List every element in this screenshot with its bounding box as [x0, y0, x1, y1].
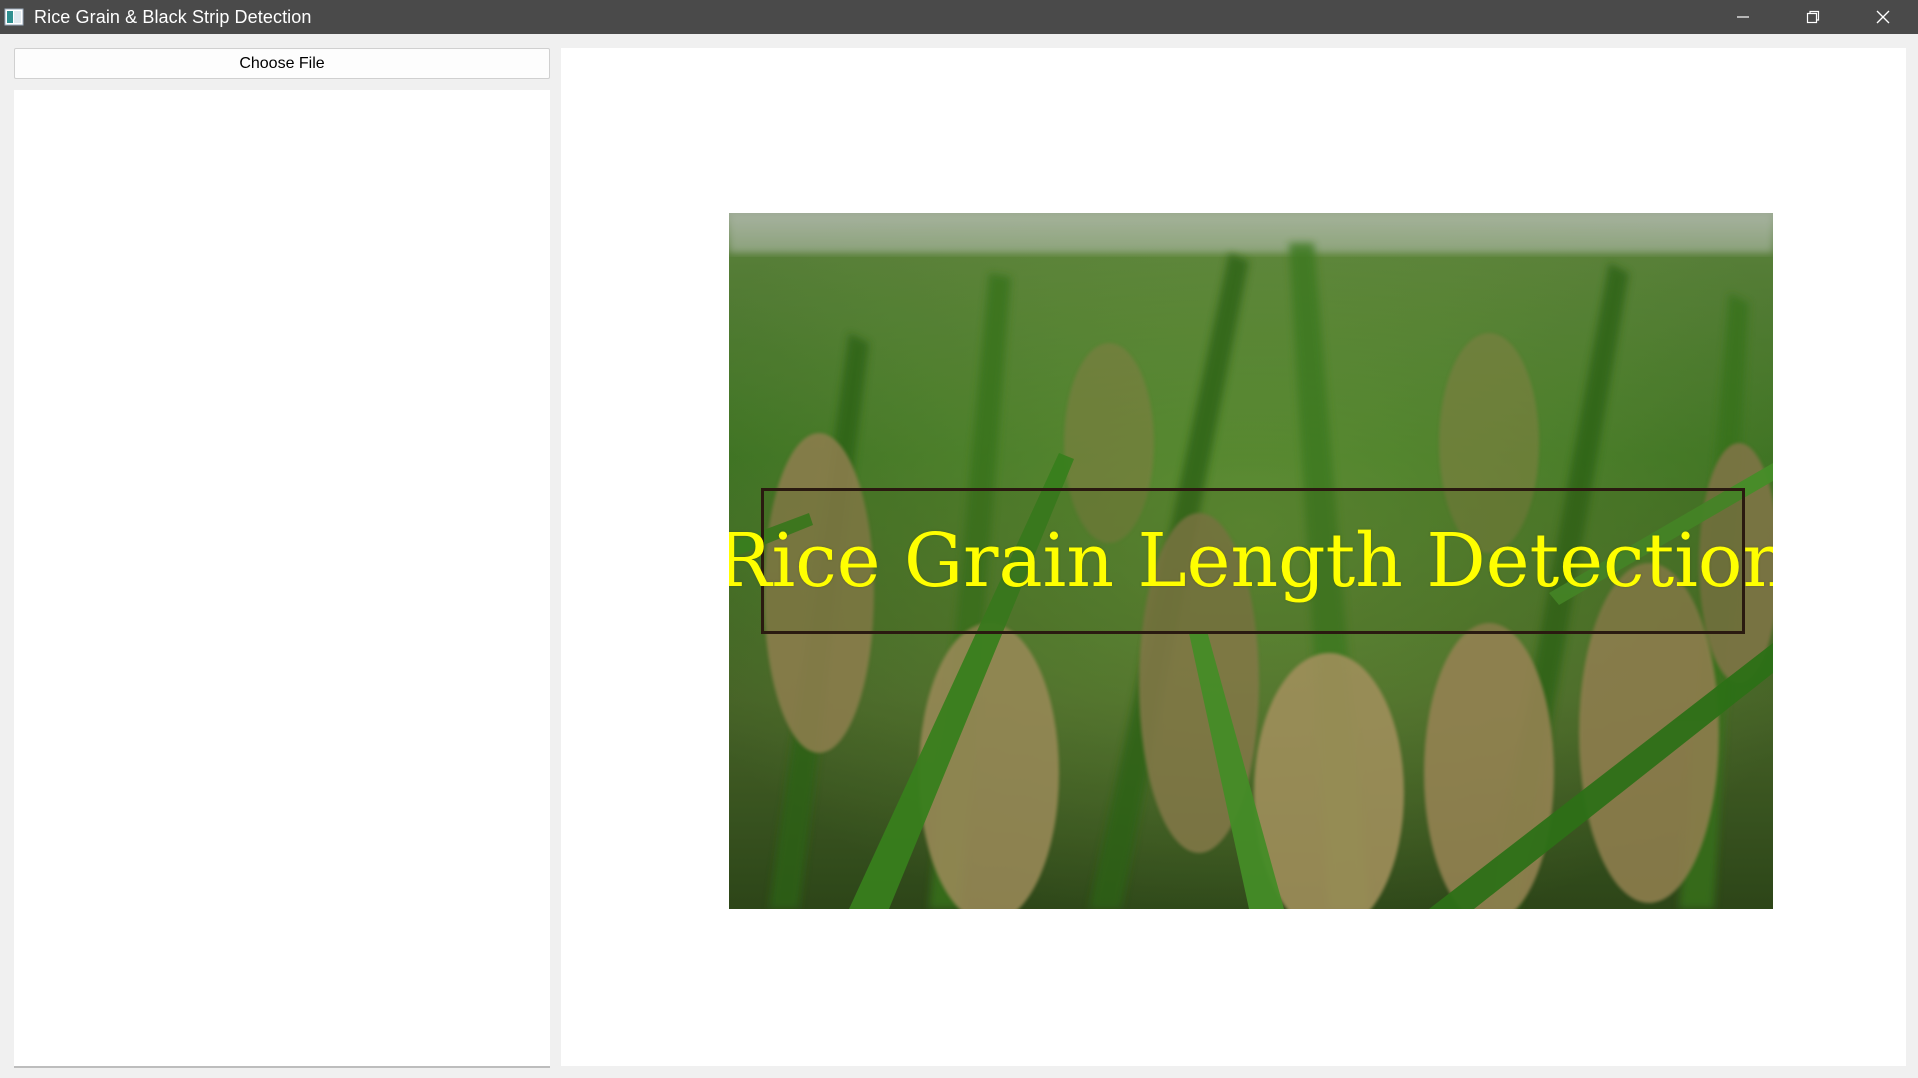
restore-button[interactable] [1778, 0, 1848, 34]
close-button[interactable] [1848, 0, 1918, 34]
app-window: Rice Grain & Black Strip Detection Choos… [0, 0, 1918, 1078]
file-list[interactable] [14, 90, 550, 1066]
minimize-icon [1737, 16, 1749, 18]
banner-title: Rice Grain Length Detection [729, 518, 1773, 604]
window-title: Rice Grain & Black Strip Detection [34, 6, 312, 27]
choose-file-button[interactable]: Choose File [14, 48, 550, 79]
title-bar[interactable]: Rice Grain & Black Strip Detection [0, 0, 1918, 34]
window-controls [1708, 0, 1918, 34]
banner-title-frame: Rice Grain Length Detection [729, 488, 1773, 634]
restore-icon [1806, 10, 1820, 24]
app-icon [4, 8, 24, 26]
banner-image: Rice Grain Length Detection [729, 213, 1773, 909]
minimize-button[interactable] [1708, 0, 1778, 34]
horizontal-scrollbar[interactable] [14, 1066, 550, 1068]
close-icon [1876, 10, 1890, 24]
